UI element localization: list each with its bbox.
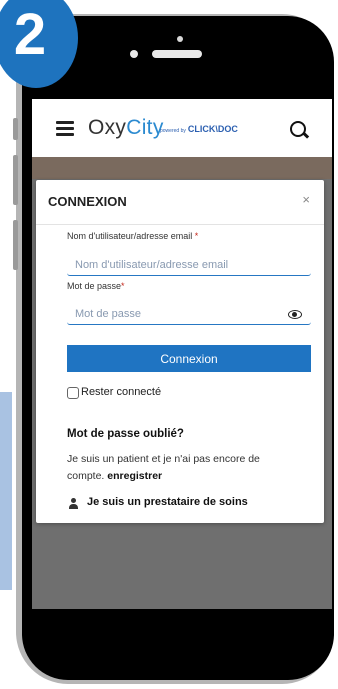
password-input[interactable] [67,303,311,325]
clickdoc-text: CLICK\DOC [187,124,238,134]
close-icon[interactable]: × [302,192,310,207]
connexion-button[interactable]: Connexion [67,345,311,372]
step-number: 2 [13,2,47,67]
clickdoc-logo: powered by CLICK\DOC [160,124,238,134]
provider-link[interactable]: Je suis un prestataire de soins [87,496,248,508]
login-modal: CONNEXION × Nom d'utilisateur/adresse em… [36,180,324,523]
phone-speaker [152,50,202,58]
modal-header: CONNEXION × [36,180,324,225]
modal-title: CONNEXION [48,194,127,209]
phone-camera [130,50,138,58]
password-label-text: Mot de passe [67,281,122,291]
logo-city-text: City [126,116,164,139]
username-label-text: Nom d'utilisateur/adresse email [67,231,193,241]
patient-text: Je suis un patient et je n'ai pas encore… [67,453,260,482]
user-icon [69,498,78,509]
menu-icon[interactable] [56,121,74,136]
patient-register-text: Je suis un patient et je n'ai pas encore… [67,451,292,485]
required-mark: * [194,231,199,241]
show-password-eye-icon[interactable] [288,310,302,319]
side-decoration [0,392,12,590]
remember-me-label[interactable]: Rester connecté [81,386,161,398]
powered-by-text: powered by [160,128,186,134]
register-link[interactable]: enregistrer [107,470,162,482]
search-icon[interactable] [290,121,306,137]
phone-volume-down-button [13,220,18,270]
top-navigation-bar: OxyCity powered by CLICK\DOC [32,99,332,157]
background-image-strip [32,157,332,179]
logo-oxy-text: Oxy [88,116,127,139]
username-input[interactable] [67,254,311,276]
required-mark: * [121,281,125,291]
phone-mute-button [13,118,18,140]
username-label: Nom d'utilisateur/adresse email * [67,231,198,241]
password-label: Mot de passe* [67,281,125,291]
forgot-password-link[interactable]: Mot de passe oublié? [67,428,184,440]
oxycity-logo[interactable]: OxyCity [88,116,164,140]
remember-me-checkbox[interactable] [67,387,79,399]
phone-volume-up-button [13,155,18,205]
phone-proximity-sensor [177,36,183,42]
